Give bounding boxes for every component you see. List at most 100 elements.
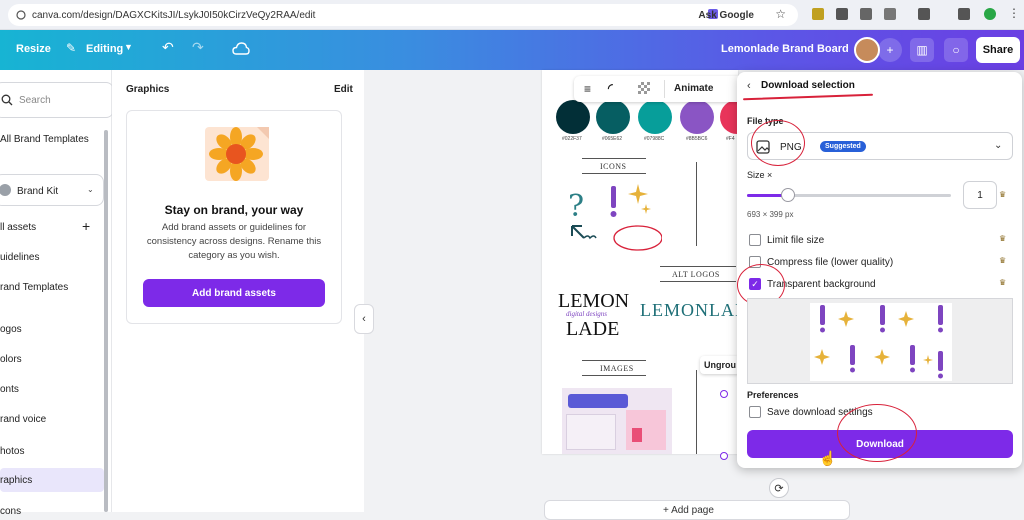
chevron-down-icon[interactable]: ▼	[124, 42, 133, 52]
logo-script-text: digital designs	[566, 310, 608, 318]
annotation-ring	[837, 404, 917, 462]
color-swatch[interactable]	[556, 100, 590, 134]
preview-image	[810, 303, 952, 381]
add-brand-assets-button[interactable]: Add brand assets	[143, 279, 325, 307]
color-hex-label: #022F37	[562, 136, 582, 142]
corner-rounding-icon[interactable]: ◜	[608, 81, 613, 95]
annotation-ring	[613, 225, 662, 251]
add-collaborator-icon[interactable]: +	[878, 38, 902, 62]
search-icon	[1, 94, 13, 106]
resize-button[interactable]: Resize	[16, 43, 51, 55]
transparency-icon[interactable]	[638, 82, 650, 94]
redo-icon[interactable]: ↷	[192, 39, 204, 56]
color-swatch[interactable]	[638, 100, 672, 134]
align-icon[interactable]: ≡	[584, 82, 591, 96]
undo-icon[interactable]: ↶	[162, 39, 174, 56]
icons-section-label: ICONS	[600, 162, 627, 171]
size-label: Size ×	[747, 170, 773, 180]
back-chevron-icon[interactable]: ‹	[747, 80, 751, 92]
mouse-cursor-icon: ☝	[819, 450, 837, 466]
insights-icon[interactable]: ▥	[910, 38, 934, 62]
icons-graphics[interactable]: ?	[562, 178, 662, 258]
nav-guidelines[interactable]: uidelines	[0, 252, 39, 263]
nav-colors[interactable]: olors	[0, 354, 22, 365]
brand-kit-avatar	[0, 184, 11, 196]
size-input[interactable]: 1	[963, 181, 997, 209]
color-hex-label: #065E62	[602, 136, 623, 142]
color-hex-label: #F4	[726, 136, 735, 142]
collapse-panel-button[interactable]: ‹	[354, 304, 374, 334]
divider	[696, 162, 697, 246]
graphics-panel: Graphics Edit Stay on brand, your way Ad…	[112, 70, 364, 512]
nav-graphics: raphics	[0, 475, 33, 486]
empty-state-body: Add brand assets or guidelines for consi…	[146, 222, 322, 261]
crown-icon: ♛	[999, 278, 1007, 287]
url-text[interactable]: canva.com/design/DAGXCKitsJI/LsykJ0I50kC…	[32, 10, 315, 21]
brand-kit-selector[interactable]: Brand Kit ⌄	[0, 174, 104, 206]
nav-graphics-active[interactable]: raphics	[0, 468, 104, 492]
add-icon[interactable]: +	[82, 218, 90, 234]
ask-google-button[interactable]: Ask Google	[698, 10, 754, 21]
nav-logos[interactable]: ogos	[0, 324, 22, 335]
alt-logos-section-label: ALT LOGOS	[672, 270, 720, 279]
compress-file-label: Compress file (lower quality)	[767, 257, 894, 268]
design-page[interactable]: #022F37 #065E62 #07988C #8B5BC6 #F4 ICON…	[542, 70, 738, 454]
sidebar-scrollbar[interactable]	[104, 130, 108, 512]
selection-handle[interactable]	[720, 390, 728, 398]
logo-lade-text[interactable]: LADE	[566, 318, 619, 341]
nav-brand-templates[interactable]: rand Templates	[0, 282, 68, 293]
animate-button[interactable]: Animate	[674, 83, 713, 94]
color-hex-label: #07988C	[644, 136, 665, 142]
pencil-icon: ✎	[66, 41, 77, 55]
rotate-icon[interactable]: ⟳	[769, 478, 789, 498]
color-swatch[interactable]	[720, 100, 738, 134]
limit-file-size-checkbox[interactable]	[749, 234, 761, 246]
avatar[interactable]	[854, 37, 880, 63]
puzzle-icon[interactable]	[884, 8, 896, 20]
logo-wide-text[interactable]: LEMONLAI	[640, 300, 738, 321]
share-button[interactable]: Share	[976, 37, 1020, 63]
divider	[582, 360, 646, 361]
address-bar[interactable]: canva.com/design/DAGXCKitsJI/LsykJ0I50kC…	[8, 4, 798, 26]
bookmark-star-icon[interactable]: ☆	[775, 7, 786, 21]
profile-icon[interactable]	[984, 8, 996, 20]
camera-icon[interactable]	[860, 8, 872, 20]
dimensions-text: 693 × 399 px	[747, 210, 794, 219]
reading-icon[interactable]	[918, 8, 930, 20]
edit-button[interactable]: Edit	[334, 84, 353, 95]
menu-icon[interactable]: ⋮	[1008, 6, 1020, 20]
add-page-label: + Add page	[663, 505, 714, 516]
annotation-underline	[743, 93, 873, 101]
arrow-doodle-icon	[571, 225, 585, 239]
selection-handle[interactable]	[720, 452, 728, 460]
editor-header: Resize ✎ Editing ▼ ↶ ↷ Lemonlade Brand B…	[0, 30, 1024, 70]
color-swatch[interactable]	[680, 100, 714, 134]
size-slider-thumb[interactable]	[780, 188, 795, 202]
extension-icon[interactable]	[812, 8, 824, 20]
size-slider[interactable]	[747, 188, 951, 202]
chevron-down-icon[interactable]: ⌄	[87, 185, 94, 194]
brand-image[interactable]	[562, 388, 672, 454]
divider	[660, 281, 736, 282]
chevron-down-icon[interactable]: ⌄	[994, 140, 1002, 151]
download-icon[interactable]	[958, 8, 970, 20]
nav-brand-voice[interactable]: rand voice	[0, 414, 46, 425]
sunflower-illustration-icon	[205, 127, 269, 181]
extension-icon[interactable]	[836, 8, 848, 20]
color-swatch[interactable]	[596, 100, 630, 134]
site-info-icon[interactable]	[16, 10, 26, 20]
divider	[582, 158, 646, 159]
nav-photos[interactable]: hotos	[0, 446, 24, 457]
panel-title: Graphics	[126, 84, 170, 95]
comment-icon[interactable]: ○	[944, 38, 968, 62]
nav-fonts[interactable]: onts	[0, 384, 19, 395]
ungroup-button[interactable]: Ungrou	[700, 356, 740, 374]
nav-all-brand-templates[interactable]: All Brand Templates	[0, 134, 89, 145]
editing-mode-button[interactable]: Editing	[86, 43, 123, 55]
nav-all-assets[interactable]: ll assets	[0, 222, 36, 233]
save-settings-checkbox[interactable]	[749, 406, 761, 418]
search-input[interactable]: Search	[0, 82, 114, 118]
cloud-saved-icon[interactable]	[232, 41, 250, 57]
design-title[interactable]: Lemonlade Brand Board	[721, 43, 849, 55]
add-page-button[interactable]: + Add page	[544, 500, 850, 520]
